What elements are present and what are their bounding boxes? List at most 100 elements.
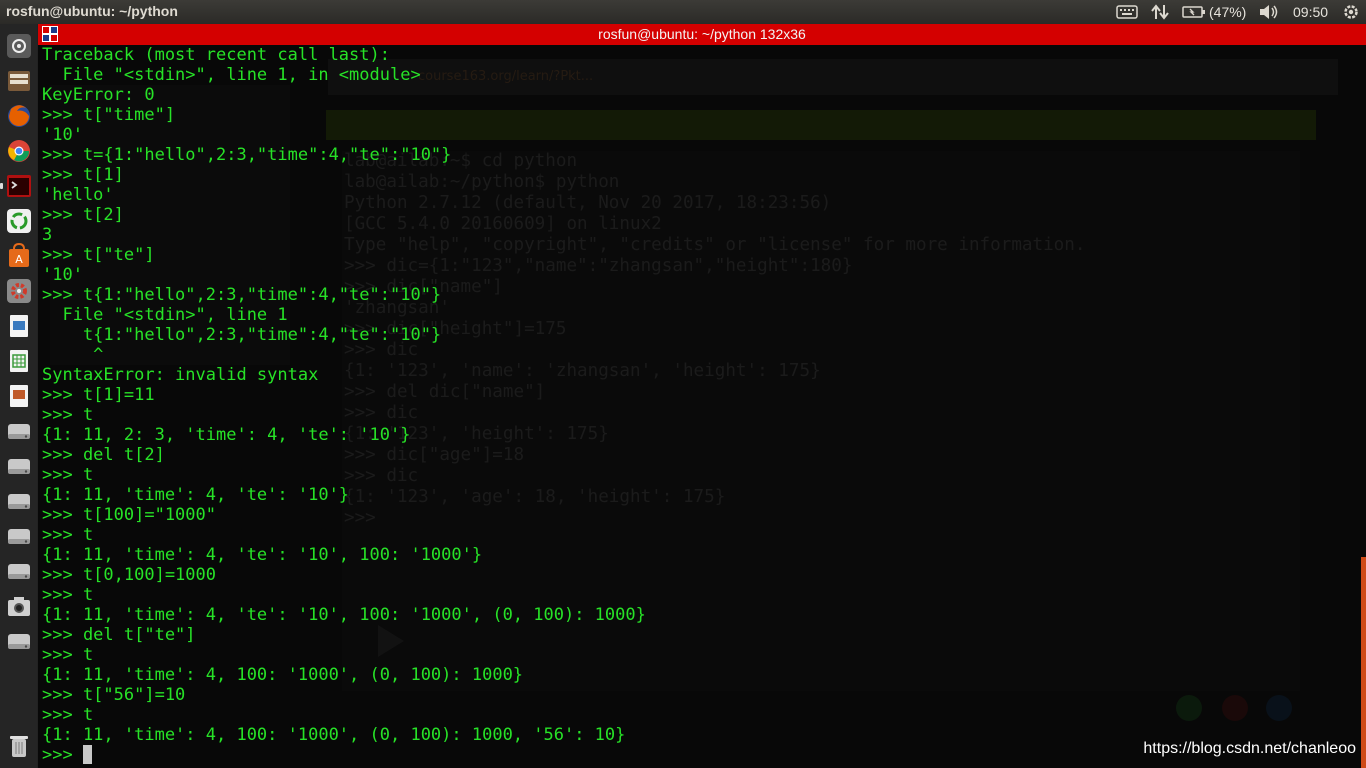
terminal-line: {1: 11, 2: 3, 'time': 4, 'te': '10'} [42, 425, 411, 445]
launcher-drive-icon[interactable] [5, 557, 33, 585]
launcher-software-center-icon[interactable]: A [5, 242, 33, 270]
terminal-line: >>> t[1]=11 [42, 385, 155, 405]
software-center-icon: A [9, 243, 29, 267]
terminal-line: {1: 11, 'time': 4, 100: '1000', (0, 100)… [42, 665, 524, 685]
terminal-line: >>> t{1:"hello",2:3,"time":4,"te":"10"} [42, 285, 442, 305]
terminal-line: '10' [42, 265, 83, 285]
sync-icon [7, 209, 31, 233]
active-window-title: rosfun@ubuntu: ~/python [6, 3, 178, 19]
drive-icon [8, 564, 30, 579]
launcher-firefox-icon[interactable] [5, 102, 33, 130]
launcher-drive-icon[interactable] [5, 522, 33, 550]
launcher-document-viewer-icon[interactable] [5, 312, 33, 340]
terminal-line: {1: 11, 'time': 4, 'te': '10', 100: '100… [42, 605, 646, 625]
terminal-line: >>> t[100]="1000" [42, 505, 216, 525]
presentation-icon [10, 385, 28, 407]
terminal-body[interactable]: course163.org/learn/?Pkt... lab@ailab:~$… [38, 45, 1366, 768]
dash-home-icon [7, 34, 31, 58]
drive-icon [8, 424, 30, 439]
firefox-icon [8, 105, 30, 127]
terminal-line: >>> t [42, 585, 94, 605]
launcher-trash-icon[interactable] [5, 732, 33, 760]
terminal-icon [7, 175, 31, 197]
terminal-line: ^ [42, 345, 104, 365]
camera-icon [8, 597, 30, 616]
launcher-dash-home-icon[interactable] [5, 32, 33, 60]
drive-icon [8, 634, 30, 649]
share-icon [1176, 695, 1202, 721]
terminal-line: >>> t={1:"hello",2:3,"time":4,"te":"10"} [42, 145, 452, 165]
launcher-spreadsheet-icon[interactable] [5, 347, 33, 375]
document-viewer-icon [10, 315, 28, 337]
terminal-line: {1: 11, 'time': 4, 'te': '10', 100: '100… [42, 545, 483, 565]
share-icon [1222, 695, 1248, 721]
terminal-prompt-line[interactable]: >>> [42, 745, 646, 765]
terminal-line: >>> t[0,100]=1000 [42, 565, 216, 585]
terminal-line: >>> del t["te"] [42, 625, 196, 645]
terminal-line: >>> t [42, 525, 94, 545]
volume-icon[interactable] [1258, 3, 1280, 21]
drive-icon [8, 459, 30, 474]
terminal-line: >>> t[2] [42, 205, 124, 225]
terminal-line: >>> t [42, 645, 94, 665]
terminal-prompt: >>> [42, 745, 83, 765]
launcher-sync-icon[interactable] [5, 207, 33, 235]
window-edge-strip [1361, 557, 1366, 768]
terminal-line: t{1:"hello",2:3,"time":4,"te":"10"} [42, 325, 442, 345]
terminal-output: Traceback (most recent call last): File … [42, 45, 646, 765]
launcher-system-settings-icon[interactable] [5, 277, 33, 305]
terminal-line: {1: 11, 'time': 4, 'te': '10'} [42, 485, 350, 505]
terminal-title: rosfun@ubuntu: ~/python 132x36 [598, 26, 806, 42]
terminal-line: File "<stdin>", line 1 [42, 305, 288, 325]
running-indicator [0, 183, 3, 189]
launcher-files-icon[interactable] [5, 67, 33, 95]
terminal-line: SyntaxError: invalid syntax [42, 365, 319, 385]
terminal-line: Traceback (most recent call last): [42, 45, 390, 65]
launcher-camera-icon[interactable] [5, 592, 33, 620]
terminal-line: KeyError: 0 [42, 85, 155, 105]
files-icon [8, 71, 30, 91]
clock-time: 09:50 [1293, 4, 1329, 20]
battery-indicator[interactable]: (47%) [1182, 3, 1246, 21]
terminal-line: File "<stdin>", line 1, in <module> [42, 65, 421, 85]
terminal-line: >>> t["te"] [42, 245, 155, 265]
keyboard-icon[interactable] [1116, 3, 1138, 21]
launcher-presentation-icon[interactable] [5, 382, 33, 410]
terminal-titlebar[interactable]: rosfun@ubuntu: ~/python 132x36 [38, 24, 1366, 45]
svg-text:A: A [15, 253, 23, 266]
clock[interactable]: 09:50 [1293, 3, 1328, 21]
terminal-line: >>> t[1] [42, 165, 124, 185]
share-icon [1266, 695, 1292, 721]
launcher-chrome-icon[interactable] [5, 137, 33, 165]
launcher: A [0, 24, 38, 768]
terminal-line: 3 [42, 225, 53, 245]
terminal-line: >>> t [42, 705, 94, 725]
drive-icon [8, 529, 30, 544]
terminal-window-icon [42, 26, 58, 42]
terminal-line: >>> t["time"] [42, 105, 176, 125]
launcher-drive-icon[interactable] [5, 487, 33, 515]
terminal-line: >>> t["56"]=10 [42, 685, 186, 705]
chrome-icon [8, 140, 30, 162]
power-gear-icon[interactable] [1342, 3, 1360, 21]
terminal-cursor [82, 745, 92, 764]
spreadsheet-icon [10, 350, 28, 372]
terminal-line: >>> t [42, 405, 94, 425]
terminal-line: '10' [42, 125, 83, 145]
watermark: https://blog.csdn.net/chanleoo [1143, 740, 1356, 757]
drive-icon [8, 494, 30, 509]
system-settings-icon [7, 279, 31, 303]
trash-icon [10, 736, 28, 757]
terminal-line: 'hello' [42, 185, 114, 205]
terminal-line: {1: 11, 'time': 4, 100: '1000', (0, 100)… [42, 725, 626, 745]
launcher-drive-icon[interactable] [5, 452, 33, 480]
network-icon[interactable] [1150, 3, 1170, 21]
launcher-drive-icon[interactable] [5, 417, 33, 445]
battery-percent: (47%) [1209, 4, 1247, 20]
launcher-terminal-icon[interactable] [5, 172, 33, 200]
top-panel: rosfun@ubuntu: ~/python (47%) 09:50 [0, 0, 1366, 24]
launcher-drive-icon[interactable] [5, 627, 33, 655]
battery-icon [1182, 6, 1205, 18]
terminal-line: >>> t [42, 465, 94, 485]
terminal-line: >>> del t[2] [42, 445, 165, 465]
